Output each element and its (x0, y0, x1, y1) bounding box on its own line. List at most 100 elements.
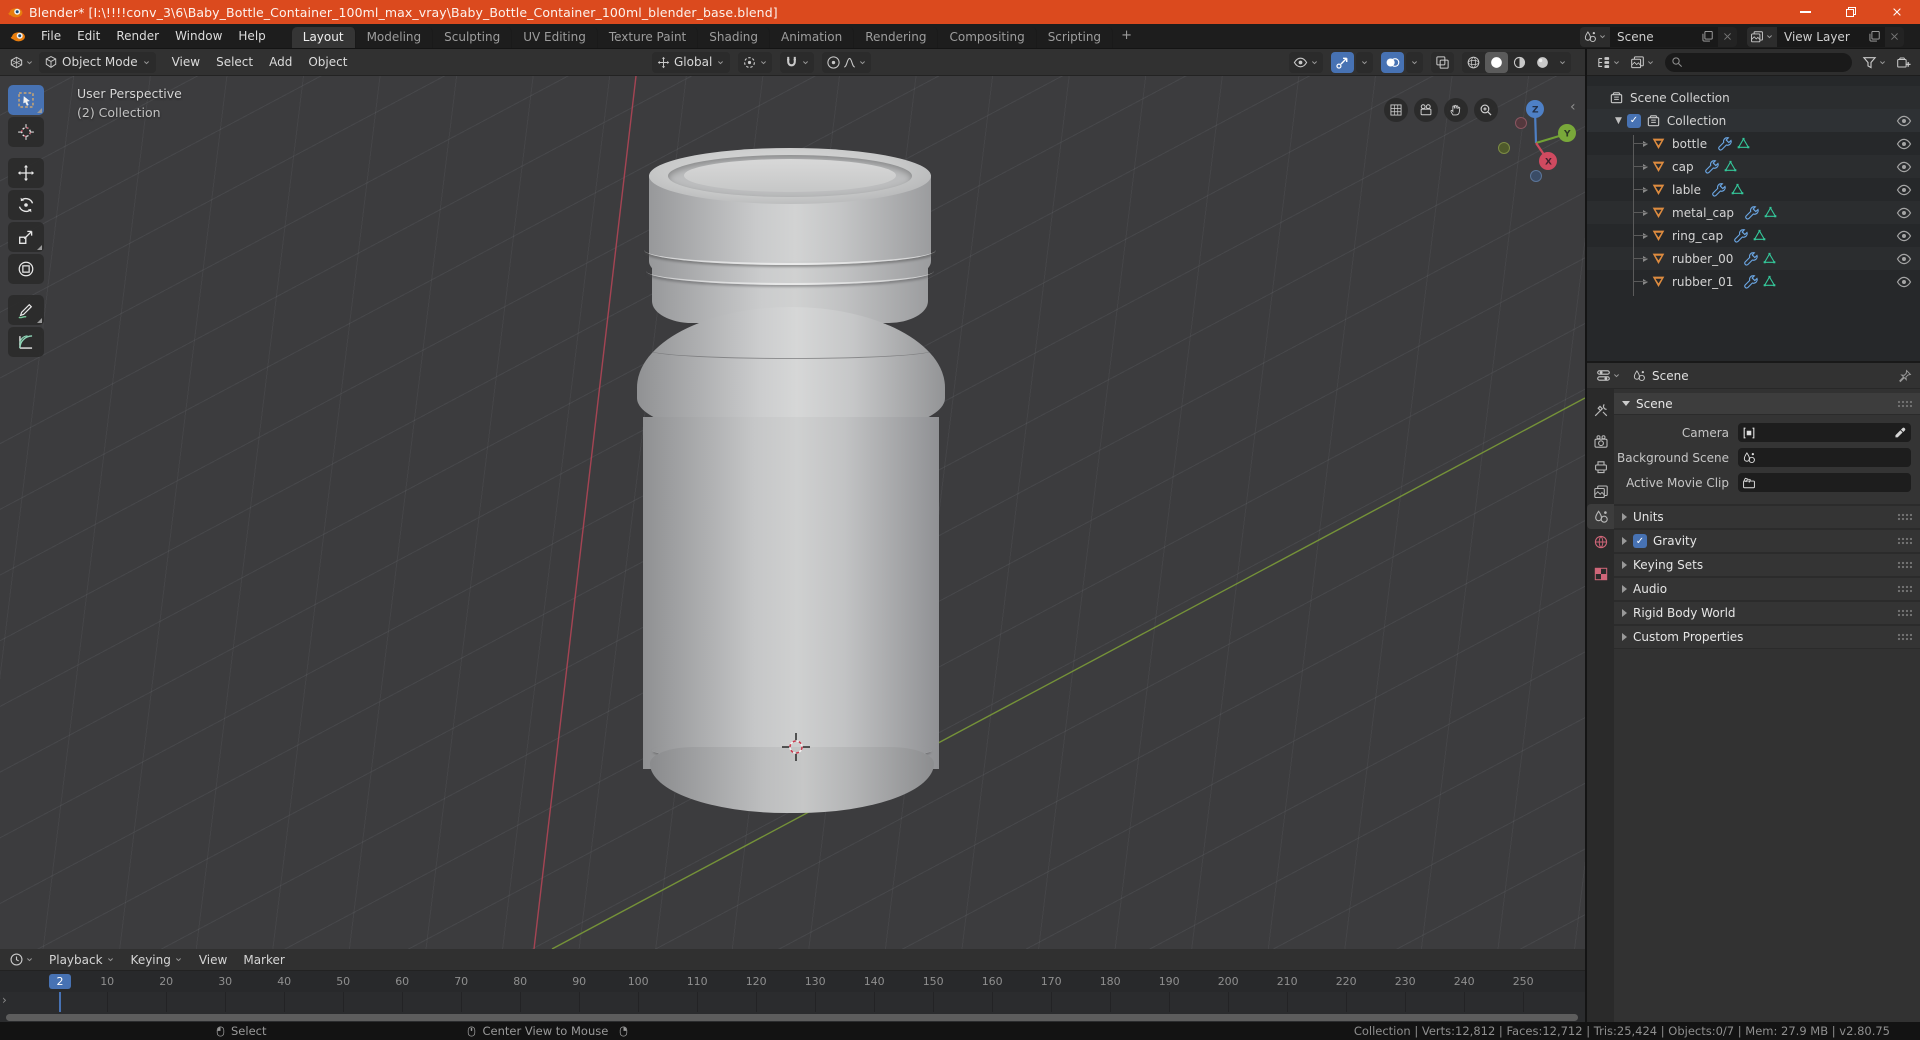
property-field[interactable] (1738, 473, 1911, 492)
properties-tab[interactable] (1587, 504, 1614, 529)
eyedropper-icon[interactable] (1893, 426, 1907, 440)
unlink-scene-button[interactable] (1718, 31, 1737, 42)
collapsed-panel-header[interactable]: Audio (1614, 577, 1920, 601)
outliner-object-row[interactable]: metal_cap (1587, 201, 1920, 224)
overlays-toggle-button[interactable] (1381, 51, 1404, 73)
orientation-select[interactable]: Global (652, 51, 731, 73)
shading-rendered-button[interactable] (1531, 52, 1554, 73)
remove-view-layer-button[interactable] (1885, 31, 1904, 42)
workspace-tab[interactable]: Texture Paint (598, 27, 699, 48)
workspace-tab[interactable]: UV Editing (512, 27, 598, 48)
restore-button[interactable] (1828, 0, 1874, 24)
playhead-badge[interactable]: 2 (49, 974, 71, 989)
workspace-tab[interactable]: Rendering (854, 27, 939, 48)
collapsed-panel-header[interactable]: Custom Properties (1614, 625, 1920, 649)
hide-toggle[interactable] (1896, 136, 1912, 152)
panel-drag-dots[interactable] (1897, 537, 1912, 545)
scene-collection-row[interactable]: Scene Collection (1587, 86, 1920, 109)
properties-tab[interactable] (1587, 454, 1614, 479)
gizmo-dropdown-button[interactable] (1356, 51, 1373, 73)
mode-select[interactable]: Object Mode (39, 51, 156, 73)
viewport-menu-item[interactable]: Object (300, 52, 355, 72)
panel-drag-dots[interactable] (1897, 399, 1912, 408)
view-layer-browse-button[interactable] (1747, 26, 1777, 47)
panel-drag-dots[interactable] (1897, 513, 1912, 521)
tool-button[interactable] (8, 327, 44, 357)
properties-tab[interactable] (1587, 429, 1614, 454)
timeline-menu-item[interactable]: Marker (235, 951, 292, 969)
collapsed-panel-header[interactable]: Rigid Body World (1614, 601, 1920, 625)
menu-item[interactable]: Help (230, 26, 273, 46)
collection-checkbox[interactable] (1626, 113, 1641, 128)
workspace-tab[interactable]: Shading (698, 27, 770, 48)
mesh-data-icon[interactable] (1763, 205, 1778, 220)
outliner-object-row[interactable]: rubber_01 (1587, 270, 1920, 293)
menu-item[interactable]: Window (167, 26, 230, 46)
scene-name-field[interactable]: Scene (1610, 26, 1718, 47)
add-workspace-button[interactable]: + (1113, 24, 1140, 48)
gravity-checkbox[interactable] (1633, 534, 1647, 548)
collection-row[interactable]: ▼ Collection (1587, 109, 1920, 132)
timeline-menu-item[interactable]: View (191, 951, 235, 969)
viewport-3d[interactable]: Object Mode View Select Add Object Global (0, 49, 1585, 949)
workspace-tab[interactable]: Scripting (1037, 27, 1114, 48)
tool-button[interactable] (8, 85, 44, 115)
timeline-editor-type-button[interactable] (6, 950, 37, 969)
menu-item[interactable]: Edit (69, 26, 108, 46)
workspace-tab[interactable]: Modeling (356, 27, 434, 48)
modifier-wrench-icon[interactable] (1743, 274, 1758, 289)
xray-toggle-button[interactable] (1431, 51, 1454, 73)
mesh-data-icon[interactable] (1736, 136, 1751, 151)
mesh-data-icon[interactable] (1730, 182, 1745, 197)
modifier-wrench-icon[interactable] (1744, 205, 1759, 220)
outliner-object-row[interactable]: cap (1587, 155, 1920, 178)
tool-button[interactable] (8, 254, 44, 284)
properties-tab[interactable] (1587, 561, 1614, 586)
property-field[interactable] (1738, 448, 1911, 467)
timeline-ruler[interactable]: 2 10 20 30 40 50 60 70 80 90 100 110 120 130 140 150 16… (0, 971, 1585, 992)
hide-toggle[interactable] (1896, 251, 1912, 267)
menu-item[interactable]: File (33, 26, 69, 46)
sidebar-collapse-chevron[interactable]: ‹ (1570, 99, 1576, 115)
snap-button[interactable] (780, 51, 815, 73)
tool-button[interactable] (8, 117, 44, 147)
modifier-wrench-icon[interactable] (1717, 136, 1732, 151)
outliner-object-row[interactable]: bottle (1587, 132, 1920, 155)
bottle-model[interactable] (0, 49, 1585, 949)
viewport-menu-item[interactable]: View (164, 52, 208, 72)
search-input[interactable] (1687, 56, 1757, 68)
outliner-object-row[interactable]: rubber_00 (1587, 247, 1920, 270)
panel-drag-dots[interactable] (1897, 609, 1912, 617)
outliner-editor-type-button[interactable] (1593, 53, 1624, 72)
modifier-wrench-icon[interactable] (1704, 159, 1719, 174)
expand-arrow-icon[interactable]: ▼ (1615, 116, 1622, 126)
outliner-object-row[interactable]: lable (1587, 178, 1920, 201)
property-field[interactable] (1738, 423, 1911, 442)
timeline-scrollbar[interactable] (6, 1013, 1578, 1021)
panel-drag-dots[interactable] (1897, 585, 1912, 593)
workspace-tab[interactable]: Sculpting (433, 27, 513, 48)
properties-tab[interactable] (1587, 397, 1614, 422)
panel-drag-dots[interactable] (1897, 633, 1912, 641)
shading-dropdown-button[interactable] (1554, 52, 1571, 73)
playhead-line[interactable] (59, 992, 61, 1012)
timeline-expand-chevron[interactable]: › (2, 993, 7, 1007)
tool-button[interactable] (8, 158, 44, 188)
filter-button[interactable] (1859, 53, 1890, 72)
workspace-tab[interactable]: Layout (291, 27, 356, 48)
timeline-menu-item[interactable]: Playback (41, 951, 123, 969)
shading-wireframe-button[interactable] (1462, 52, 1485, 73)
modifier-wrench-icon[interactable] (1743, 251, 1758, 266)
hide-toggle[interactable] (1896, 228, 1912, 244)
timeline-menu-item[interactable]: Keying (123, 951, 191, 969)
pin-icon[interactable] (1898, 369, 1912, 383)
toggle-projection-button[interactable] (1384, 98, 1408, 122)
hide-toggle[interactable] (1896, 159, 1912, 175)
pivot-point-button[interactable] (738, 51, 773, 73)
mesh-data-icon[interactable] (1762, 251, 1777, 266)
outliner-search[interactable] (1665, 52, 1852, 72)
menu-item[interactable]: Render (108, 26, 167, 46)
outliner-object-row[interactable]: ring_cap (1587, 224, 1920, 247)
modifier-wrench-icon[interactable] (1711, 182, 1726, 197)
collapsed-panel-header[interactable]: Gravity (1614, 529, 1920, 553)
